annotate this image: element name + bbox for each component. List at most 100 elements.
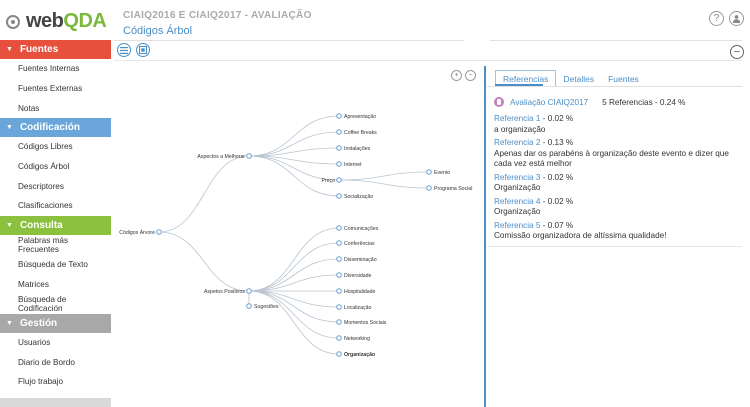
tree-node-label[interactable]: Momentos Sociais xyxy=(344,320,387,326)
tree-node-label[interactable]: Instalações xyxy=(344,146,371,152)
reference-item: Referencia 5 - 0.07 % Comissão organizado… xyxy=(494,221,739,242)
tree-link xyxy=(248,227,340,292)
reference-percentage: - 0.02 % xyxy=(540,196,574,206)
reference-link[interactable]: Referencia 5 xyxy=(494,221,540,230)
tree-node[interactable] xyxy=(246,153,252,159)
tree-node-label[interactable]: Códigos Árvore xyxy=(119,229,155,236)
sidebar-item[interactable]: Diario de Bordo xyxy=(0,352,111,372)
tree-node-label[interactable]: Preço xyxy=(321,178,335,184)
tree-node[interactable] xyxy=(336,145,342,151)
tree-link xyxy=(248,290,340,339)
header-icons: ? xyxy=(709,11,744,26)
tree-node[interactable] xyxy=(336,161,342,167)
reference-link[interactable]: Referencia 4 xyxy=(494,197,540,206)
tree-node-label[interactable]: Socialização xyxy=(344,194,373,200)
sidebar-section-1[interactable]: ▼ Codificación xyxy=(0,118,111,138)
tree-node-label[interactable]: Disseminação xyxy=(344,257,377,263)
tree-node-label[interactable]: Networking xyxy=(344,336,370,342)
tree-node[interactable] xyxy=(336,335,342,341)
reference-text: Apenas dar os parabéns à organização des… xyxy=(494,148,729,169)
tree-node[interactable] xyxy=(336,193,342,199)
tree-node-label[interactable]: Comunicações xyxy=(344,226,379,232)
tree-node[interactable] xyxy=(336,319,342,325)
reference-header: Referencia 4 - 0.02 % xyxy=(494,197,739,208)
sidebar-item[interactable]: Descriptores xyxy=(0,176,111,196)
sidebar-item[interactable]: Búsqueda de Texto xyxy=(0,255,111,275)
reference-link[interactable]: Referencia 3 xyxy=(494,173,540,182)
reference-text: Organização xyxy=(494,183,541,192)
sidebar-item[interactable]: Códigos Libres xyxy=(0,137,111,157)
tab-1[interactable]: Detalles xyxy=(556,72,601,86)
tree-node-label[interactable]: Aspectos a Melhorar xyxy=(197,154,245,160)
sidebar-item[interactable]: Fuentes Externas xyxy=(0,79,111,99)
code-tree[interactable]: Evento Programa Social Apresentação Coffee … xyxy=(112,66,484,366)
toolbar-divider xyxy=(114,60,742,61)
sidebar-section-2[interactable]: ▼ Consulta xyxy=(0,215,111,235)
source-name[interactable]: Avaliação CIAIQ2017 xyxy=(510,98,588,107)
sidebar-item[interactable]: Flujo trabajo xyxy=(0,372,111,392)
sidebar-section-0[interactable]: ▼ Fuentes xyxy=(0,40,111,59)
tree-node[interactable] xyxy=(336,288,342,294)
reference-percentage: - 0.02 % xyxy=(540,172,574,182)
tree-node-label[interactable]: Internet xyxy=(344,162,362,168)
reference-link[interactable]: Referencia 1 xyxy=(494,114,540,123)
tree-node[interactable] xyxy=(246,288,252,294)
reference-link[interactable]: Referencia 2 xyxy=(494,138,540,147)
references-panel: Referencias Detalles Fuentes Avaliação CIA… xyxy=(487,66,742,407)
tree-node[interactable] xyxy=(336,256,342,262)
tree-node[interactable] xyxy=(336,351,342,357)
tree-node[interactable] xyxy=(336,240,342,246)
tree-node-label[interactable]: Localização xyxy=(344,305,372,311)
sidebar-section-title: Gestión xyxy=(19,317,58,329)
tree-link xyxy=(248,290,340,355)
tree-node[interactable] xyxy=(426,185,432,191)
sidebar-footer xyxy=(0,398,111,407)
tree-node-label[interactable]: Programa Social xyxy=(434,186,472,192)
sidebar-item[interactable]: Matrices xyxy=(0,274,111,294)
sidebar-item[interactable]: Usuarios xyxy=(0,333,111,353)
sidebar-item[interactable]: Búsqueda de Codificación xyxy=(0,294,111,314)
tree-node-label[interactable]: Diversidade xyxy=(344,273,372,279)
tree-node-label[interactable]: Aspetos Positivos xyxy=(204,289,245,295)
menu-glyph xyxy=(120,46,128,54)
tree-node[interactable] xyxy=(336,304,342,310)
tree-node-label[interactable]: Organização xyxy=(344,352,375,358)
menu-icon[interactable] xyxy=(117,43,131,57)
sidebar-item[interactable]: Notas xyxy=(0,98,111,118)
logo[interactable]: webQDA xyxy=(6,10,107,33)
minus-icon[interactable]: − xyxy=(730,45,744,59)
sidebar-item[interactable]: Códigos Árbol xyxy=(0,157,111,177)
user-icon[interactable] xyxy=(729,11,744,26)
tree-node[interactable] xyxy=(246,303,252,309)
tree-node-label[interactable]: Conferências xyxy=(344,241,375,247)
tree-icon[interactable] xyxy=(136,43,150,57)
tree-node[interactable] xyxy=(426,169,432,175)
tree-node-label[interactable]: Sugestões xyxy=(254,304,279,310)
tree-node[interactable] xyxy=(336,177,342,183)
tree-link xyxy=(248,242,340,292)
tree-node-label[interactable]: Apresentação xyxy=(344,114,376,120)
reference-text: a organização xyxy=(494,124,546,134)
tabs-divider xyxy=(487,86,742,87)
tree-node[interactable] xyxy=(336,129,342,135)
sidebar-item[interactable]: Palabras más Frecuentes xyxy=(0,235,111,255)
tab-2[interactable]: Fuentes xyxy=(601,72,646,86)
tree-node-label[interactable]: Evento xyxy=(434,170,450,176)
panel-splitter[interactable] xyxy=(484,66,486,407)
reference-header: Referencia 2 - 0.13 % xyxy=(494,138,739,149)
tree-node[interactable] xyxy=(336,113,342,119)
tree-node[interactable] xyxy=(336,272,342,278)
source-row[interactable]: Avaliação CIAIQ2017 5 Referencias - 0.24… xyxy=(494,97,685,107)
question-icon[interactable]: ? xyxy=(709,11,724,26)
active-tab-indicator xyxy=(495,84,543,86)
tree-node-label[interactable]: Coffee Breaks xyxy=(344,130,377,136)
reference-header: Referencia 3 - 0.02 % xyxy=(494,173,739,184)
sidebar-item[interactable]: Clasificaciones xyxy=(0,196,111,216)
tree-node[interactable] xyxy=(156,229,162,235)
sidebar-section-3[interactable]: ▼ Gestión xyxy=(0,313,111,333)
tree-node[interactable] xyxy=(336,225,342,231)
sidebar-item[interactable]: Fuentes Internas xyxy=(0,59,111,79)
sidebar-section-title: Consulta xyxy=(19,219,63,231)
tree-node-label[interactable]: Hospitalidade xyxy=(344,289,376,295)
source-reference-count: 5 Referencias - 0.24 % xyxy=(602,97,686,107)
